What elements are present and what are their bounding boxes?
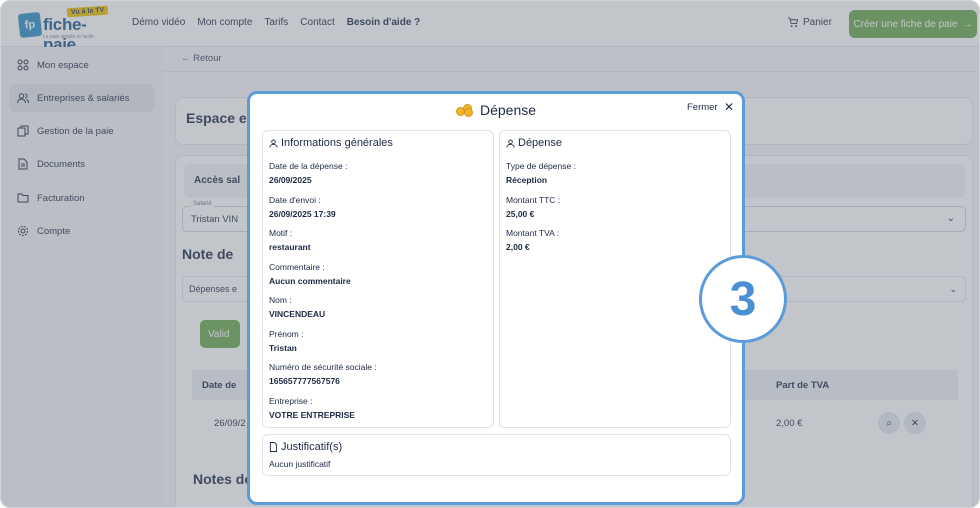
- file-icon: [269, 442, 278, 452]
- justificatif-title-text: Justificatif(s): [281, 441, 343, 453]
- field-value: Tristan: [269, 343, 297, 353]
- justificatif-box: Justificatif(s) Aucun justificatif: [262, 434, 731, 476]
- app-window: fp fiche-paie Vu à la TV La paie simple …: [0, 0, 980, 508]
- general-info-title-text: Informations générales: [281, 137, 393, 149]
- justificatif-value: Aucun justificatif: [269, 459, 331, 469]
- user-icon: [269, 138, 278, 148]
- field-label: Type de dépense :: [506, 161, 576, 171]
- field-value: VINCENDEAU: [269, 309, 326, 319]
- justificatif-title: Justificatif(s): [269, 441, 342, 453]
- field-value: 26/09/2025: [269, 175, 312, 185]
- user-icon: [506, 138, 515, 148]
- expense-info-title-text: Dépense: [518, 137, 563, 149]
- field-label: Montant TVA :: [506, 228, 560, 238]
- expense-info-box: Dépense Type de dépense : Réception Mont…: [499, 130, 731, 428]
- field-label: Motif :: [269, 228, 293, 238]
- expense-info-title: Dépense: [506, 137, 562, 149]
- general-info-title: Informations générales: [269, 137, 393, 149]
- field-label: Date d'envoi :: [269, 195, 321, 205]
- field-label: Montant TTC :: [506, 195, 561, 205]
- field-value: Aucun commentaire: [269, 276, 351, 286]
- field-label: Numéro de sécurité sociale :: [269, 362, 377, 372]
- field-value: Réception: [506, 175, 548, 185]
- field-label: Nom :: [269, 295, 292, 305]
- close-button[interactable]: Fermer: [687, 102, 718, 113]
- field-value: VOTRE ENTREPRISE: [269, 410, 355, 420]
- close-icon[interactable]: ✕: [724, 100, 734, 114]
- expense-modal: Dépense Fermer ✕ Informations générales …: [247, 91, 745, 505]
- field-label: Commentaire :: [269, 262, 325, 272]
- field-value: restaurant: [269, 242, 311, 252]
- field-value: 165657777567576: [269, 376, 340, 386]
- step-badge: 3: [699, 255, 787, 343]
- field-label: Entreprise :: [269, 396, 313, 406]
- modal-title-text: Dépense: [479, 102, 537, 118]
- field-label: Prénom :: [269, 329, 304, 339]
- field-label: Date de la dépense :: [269, 161, 348, 171]
- field-value: 2,00 €: [506, 242, 530, 252]
- field-value: 26/09/2025 17:39: [269, 209, 336, 219]
- coins-icon: [455, 104, 474, 117]
- field-value: 25,00 €: [506, 209, 535, 219]
- general-info-box: Informations générales Date de la dépens…: [262, 130, 494, 428]
- modal-title: Dépense: [250, 102, 742, 118]
